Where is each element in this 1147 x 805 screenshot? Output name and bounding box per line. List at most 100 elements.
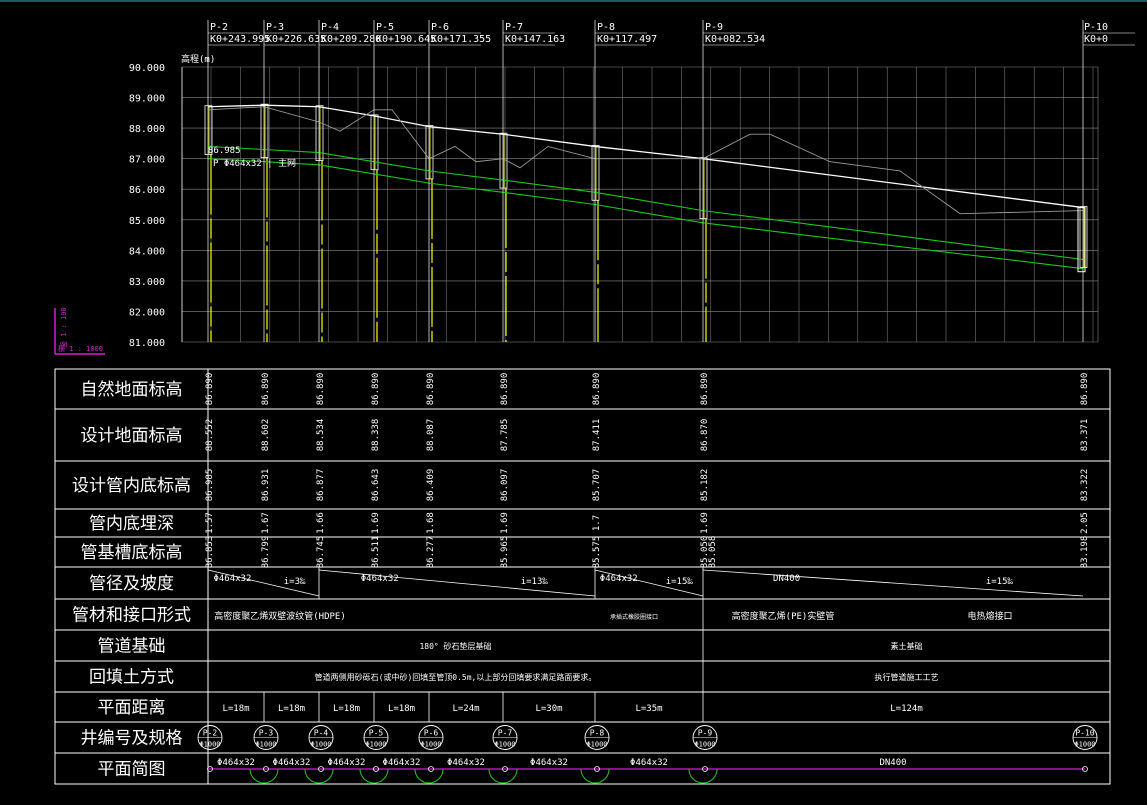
table-value: 86.890 <box>316 373 326 406</box>
node-station-label: K0+0 <box>1084 34 1108 45</box>
table-value: 88.552 <box>205 419 215 452</box>
table-value: 87.785 <box>500 419 510 452</box>
scale-vertical-text: 竖 1 : 100 <box>59 307 68 348</box>
scale-horizontal-text: 横 1 : 1000 <box>58 344 103 353</box>
well-shaft <box>699 157 708 220</box>
well-shafts <box>204 103 1088 342</box>
plan-pipe-label: Φ464x32 <box>530 758 568 768</box>
table-value: 86.097 <box>500 469 510 502</box>
well-spec: Φ1000 <box>255 741 276 749</box>
node-id-label: P-8 <box>597 22 615 33</box>
table-value: 85.707 <box>592 469 602 502</box>
distance-row: L=18m L=18m L=18m L=18m L=24m L=30m L=35m L=124… <box>207 692 923 722</box>
table-value: 86.890 <box>261 373 271 406</box>
distance-text: L=18m <box>333 704 360 714</box>
plan-pipe-label: Φ464x32 <box>383 758 421 768</box>
distance-text: L=18m <box>388 704 415 714</box>
table-value: 85.182 <box>700 469 710 502</box>
horizontal-gridlines <box>182 66 1098 343</box>
table-value: 86.890 <box>426 373 436 406</box>
table-value: 86.511 <box>371 536 381 569</box>
table-value: 1.69 <box>700 512 710 534</box>
table-value: 87.411 <box>592 419 602 452</box>
grade-spec: Φ464x32 <box>213 574 251 584</box>
table-value: 83.198 <box>1080 536 1090 569</box>
scale-indicator: 竖 1 : 100 横 1 : 1000 <box>54 307 105 355</box>
node-station-label: K0+243.995 <box>210 34 270 45</box>
table-value: 85.965 <box>500 536 510 569</box>
material-text: 承插式橡胶圈接口 <box>610 613 658 621</box>
plan-pipe-label: Φ464x32 <box>447 758 485 768</box>
well-spec: Φ1000 <box>365 741 386 749</box>
grade-slope: i=13‰ <box>521 577 549 587</box>
plan-pipe-label: Φ464x32 <box>217 758 255 768</box>
table-value: 1.67 <box>261 512 271 534</box>
backfill-text: 管道两侧用砂砾石(或中砂)回填至管顶0.5m,以上部分回填要求满足路面要求。 <box>315 672 597 682</box>
table-value: 1.69 <box>371 512 381 534</box>
table-value: 86.277 <box>426 536 436 569</box>
well-spec: Φ1000 <box>1074 741 1095 749</box>
table-row-label: 平面简图 <box>98 760 166 780</box>
elevation-tick: 83.000 <box>129 277 165 288</box>
table-value: 1.66 <box>316 512 326 534</box>
node-id-label: P-4 <box>321 22 339 33</box>
grade-row: Φ464x32 i=3‰ Φ464x32 i=13‰ Φ464x32 i=15‰ DN400… <box>207 567 1084 599</box>
table-row-label: 管径及坡度 <box>89 574 174 594</box>
table-value: 83.371 <box>1080 419 1090 452</box>
table-row-label: 回填土方式 <box>89 668 174 688</box>
pipe-line <box>207 158 1084 270</box>
plan-pipe-label: Φ464x32 <box>273 758 311 768</box>
pipe-line <box>207 145 1084 261</box>
grade-slope: i=15‰ <box>986 577 1014 587</box>
table-value: 85.058 <box>708 536 718 569</box>
foundation-text: 素土基础 <box>891 641 923 651</box>
grade-slope-line <box>702 569 1084 597</box>
table-row-label: 管基槽底标高 <box>81 543 183 563</box>
well-id: P-9 <box>698 729 713 738</box>
profile-plot: 90.000 89.000 88.000 87.000 86.000 85.000 84.0… <box>129 20 1135 349</box>
elevation-tick: 86.000 <box>129 185 165 196</box>
well-spec: Φ1000 <box>586 741 607 749</box>
material-text: 高密度聚乙烯双壁波纹管(HDPE) <box>214 610 346 622</box>
node-station-label: K0+190.645 <box>376 34 436 45</box>
profile-data-table: 自然地面标高设计地面标高设计管内底标高管内底埋深管基槽底标高管径及坡度管材和接口… <box>54 368 1111 785</box>
table-value: 86.643 <box>371 469 381 502</box>
well-spec-row: P-2 Φ1000 P-3 Φ1000 P-4 Φ1000 P-5 Φ1000 P-6 Φ1000… <box>197 725 1098 750</box>
pipeline-profile-drawing: 90.000 89.000 88.000 87.000 86.000 85.000 84.0… <box>0 0 1147 785</box>
node-id-label: P-6 <box>431 22 449 33</box>
backfill-text: 执行管道施工工艺 <box>875 672 939 682</box>
well-shaft <box>1079 206 1088 268</box>
well-spec: Φ1000 <box>494 741 515 749</box>
table-values: 86.890 86.890 86.890 86.890 86.890 86.890 86.8… <box>205 373 1090 569</box>
node-station-label: K0+171.355 <box>431 34 491 45</box>
well-spec: Φ1000 <box>310 741 331 749</box>
vertical-gridlines <box>181 67 1099 342</box>
well-id: P-6 <box>424 729 439 738</box>
distance-text: L=18m <box>222 704 249 714</box>
node-id-label: P-5 <box>376 22 394 33</box>
start-elevation-label: 86.985 <box>208 146 241 156</box>
table-value: 88.602 <box>261 419 271 452</box>
node-id-label: P-7 <box>505 22 523 33</box>
table-value: 86.745 <box>316 536 326 569</box>
well-id: P-2 <box>203 729 218 738</box>
grade-slope: i=15‰ <box>666 577 694 587</box>
table-value: 1.68 <box>426 512 436 534</box>
well-id: P-7 <box>498 729 513 738</box>
elevation-tick: 88.000 <box>129 124 165 135</box>
well-id: P-10 <box>1075 729 1094 738</box>
well-spec: Φ1000 <box>420 741 441 749</box>
node-id-label: P-10 <box>1084 22 1108 33</box>
well-spec: Φ1000 <box>694 741 715 749</box>
table-value: 88.338 <box>371 419 381 452</box>
grade-spec: Φ464x32 <box>600 574 638 584</box>
table-value: 86.890 <box>592 373 602 406</box>
plan-pipe-label: Φ464x32 <box>328 758 366 768</box>
distance-text: L=18m <box>278 704 305 714</box>
node-id-label: P-2 <box>210 22 228 33</box>
table-value: 83.322 <box>1080 469 1090 502</box>
well-id: P-3 <box>259 729 274 738</box>
table-value: 86.931 <box>261 469 271 502</box>
table-value: 86.890 <box>700 373 710 406</box>
node-station-label: K0+082.534 <box>705 34 765 45</box>
